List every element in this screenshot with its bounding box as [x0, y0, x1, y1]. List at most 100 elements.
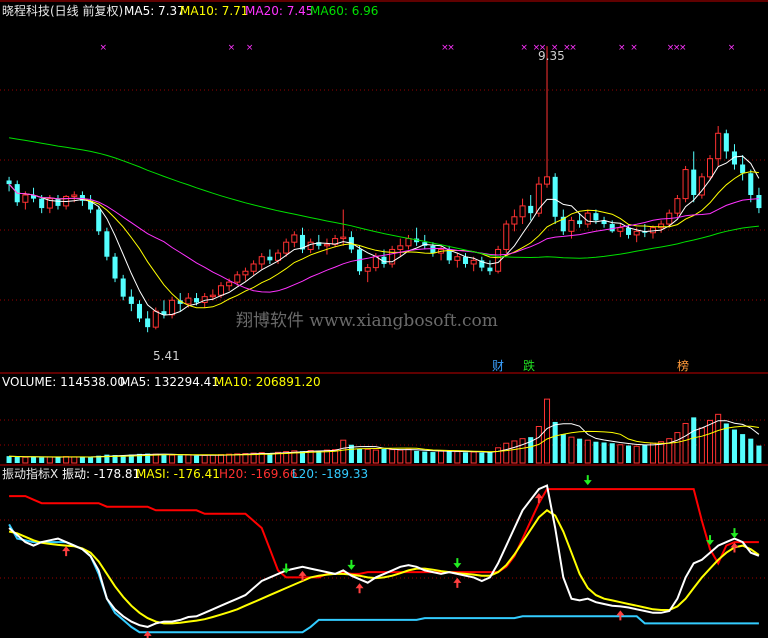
candle[interactable] — [698, 173, 705, 199]
volume-bar[interactable] — [209, 454, 216, 464]
candle[interactable] — [96, 205, 102, 235]
candle-body — [152, 310, 159, 328]
volume-bar[interactable] — [316, 450, 322, 463]
volume-bar[interactable] — [552, 421, 558, 463]
volume-bar[interactable] — [46, 456, 53, 464]
volume-bar[interactable] — [511, 440, 518, 464]
volume-bar[interactable] — [88, 456, 94, 463]
volume-bar[interactable] — [706, 419, 714, 464]
volume-bar[interactable] — [217, 454, 225, 464]
volume-bar[interactable] — [731, 429, 737, 463]
marker: × — [630, 43, 638, 53]
volume-bar[interactable] — [430, 452, 436, 463]
volume-bar[interactable] — [479, 452, 485, 463]
volume-bar[interactable] — [357, 448, 363, 463]
volume-bar[interactable] — [389, 449, 396, 464]
candle[interactable] — [495, 245, 502, 274]
volume-bar[interactable] — [609, 443, 615, 463]
candle-body — [242, 270, 249, 276]
volume-bar[interactable] — [454, 451, 461, 464]
volume-bar[interactable] — [698, 427, 705, 464]
volume-bar[interactable] — [31, 456, 37, 463]
volume-bar[interactable] — [364, 448, 371, 464]
candle-body — [55, 198, 61, 206]
volume-bar[interactable] — [63, 456, 70, 464]
volume-bar[interactable] — [422, 451, 428, 463]
volume-bar[interactable] — [723, 423, 729, 463]
candle-body — [405, 238, 412, 247]
volume-bar[interactable] — [495, 447, 502, 464]
volume-bar[interactable] — [14, 456, 20, 463]
candle[interactable] — [674, 195, 681, 217]
volume-bar[interactable] — [55, 457, 61, 463]
candle-body — [617, 227, 624, 232]
volume-bar[interactable] — [740, 434, 746, 463]
ma20-label: MA20: 7.45 — [245, 4, 313, 18]
volume-bar[interactable] — [381, 449, 387, 463]
volume-bar[interactable] — [79, 457, 85, 463]
volume-bar[interactable] — [414, 450, 420, 463]
volume-bar[interactable] — [397, 449, 404, 464]
volume-bar[interactable] — [560, 434, 566, 463]
volume-bar[interactable] — [39, 457, 45, 463]
candle-body — [584, 212, 591, 225]
badge-drop[interactable]: 跌 — [523, 358, 535, 373]
ma60-label: MA60: 6.96 — [310, 4, 378, 18]
volume-bar[interactable] — [438, 450, 445, 464]
volume-bar[interactable] — [71, 456, 78, 464]
volume-bar[interactable] — [577, 438, 583, 463]
volume-bar[interactable] — [601, 442, 607, 463]
candle[interactable] — [152, 307, 159, 330]
candle[interactable] — [120, 274, 126, 301]
volume-bar[interactable] — [201, 454, 208, 464]
volume-bar[interactable] — [691, 417, 697, 463]
volume-bar[interactable] — [748, 438, 754, 463]
volume-bar[interactable] — [446, 450, 452, 463]
candle[interactable] — [552, 173, 558, 225]
stock-chart[interactable]: × × × ×× × ×× × ×× × × ××× × 晓程科技(日线 前复权) MA5: 7.37… — [0, 0, 768, 638]
volume-bar[interactable] — [625, 445, 632, 463]
volume-bar[interactable] — [462, 452, 469, 463]
volume-bar[interactable] — [267, 453, 273, 463]
candle-body — [96, 209, 102, 232]
candle[interactable] — [389, 245, 396, 268]
candle-body — [364, 267, 371, 272]
candle[interactable] — [682, 165, 689, 203]
volume-bar[interactable] — [470, 451, 477, 464]
badge-rank[interactable]: 榜 — [677, 358, 689, 373]
volume-bar[interactable] — [22, 456, 29, 464]
volume-bar[interactable] — [519, 438, 526, 464]
candle[interactable] — [112, 253, 118, 283]
volume-bar[interactable] — [6, 456, 12, 463]
volume-bar[interactable] — [503, 442, 510, 464]
volume-bar[interactable] — [642, 444, 648, 463]
volume-bar[interactable] — [633, 445, 640, 464]
volume-bar[interactable] — [584, 439, 591, 464]
volume-bar[interactable] — [593, 441, 599, 463]
candle-body — [756, 195, 762, 209]
volume-bar[interactable] — [568, 436, 575, 464]
volume-bar[interactable] — [674, 432, 681, 464]
volume-bar[interactable] — [487, 452, 493, 463]
volume-bar[interactable] — [682, 422, 689, 464]
volume-bar[interactable] — [177, 455, 183, 463]
candle[interactable] — [104, 227, 110, 261]
candle[interactable] — [169, 296, 176, 319]
volume-bar[interactable] — [617, 444, 624, 464]
candle-body — [682, 169, 689, 200]
badge-finance[interactable]: 财 — [492, 359, 504, 373]
volume-bar[interactable] — [185, 454, 192, 464]
candle-body — [234, 274, 241, 283]
volume-bar[interactable] — [405, 448, 412, 464]
volume-bar[interactable] — [649, 442, 656, 464]
candle-body — [145, 318, 151, 328]
volume-bar[interactable] — [340, 439, 347, 464]
candle[interactable] — [503, 220, 510, 254]
volume-bar[interactable] — [756, 445, 762, 463]
volume-bar[interactable] — [194, 455, 200, 463]
volume-bar[interactable] — [169, 454, 176, 464]
candle-body — [487, 267, 493, 272]
volume-bar[interactable] — [372, 449, 379, 464]
volume-bar[interactable] — [161, 454, 167, 463]
candle-body — [577, 220, 583, 225]
